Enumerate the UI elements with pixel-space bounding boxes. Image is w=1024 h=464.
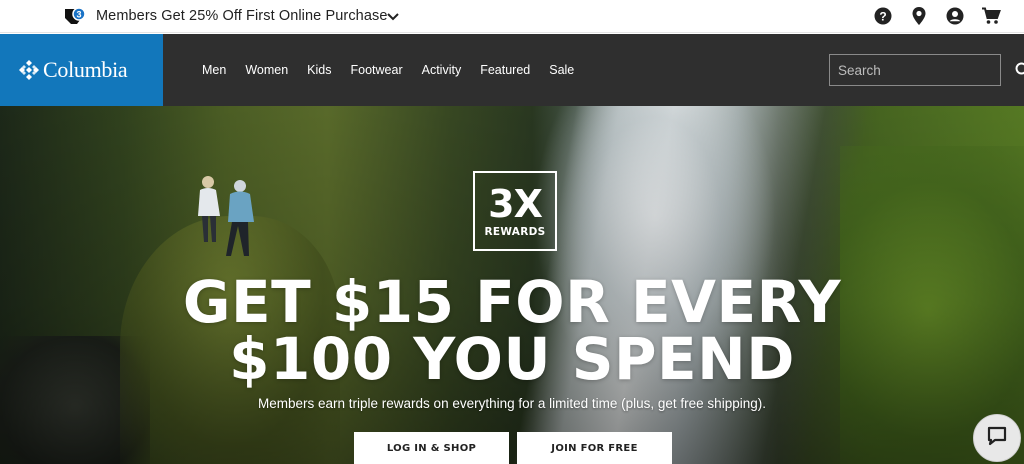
nav-link-kids[interactable]: Kids [307,63,331,77]
nav-link-activity[interactable]: Activity [422,63,462,77]
hero-subline: Members earn triple rewards on everythin… [258,396,766,411]
brand-name: Columbia [43,57,128,82]
nav-link-sale[interactable]: Sale [549,63,574,77]
location-pin-icon[interactable] [908,5,930,27]
badge-multiplier: 3X [488,182,543,226]
hikers-image [198,176,254,256]
nav-link-footwear[interactable]: Footwear [351,63,403,77]
join-for-free-button[interactable]: JOIN FOR FREE [517,432,672,464]
account-icon[interactable] [944,5,966,27]
chat-button[interactable] [973,414,1021,462]
promo-bar: 3 Members Get 25% Off First Online Purch… [0,0,1024,33]
columbia-logo[interactable]: Columbia [0,34,163,106]
nav-link-featured[interactable]: Featured [480,63,530,77]
cart-icon[interactable] [980,5,1002,27]
columbia-diamond-icon [18,59,40,81]
nav-links: Men Women Kids Footwear Activity Feature… [202,34,593,106]
headline-line-2: $100 YOU SPEND [229,325,795,393]
nav-link-women[interactable]: Women [245,63,288,77]
search-input[interactable] [830,55,1015,85]
search-box [829,54,1024,86]
promo-badge-count: 3 [76,9,81,19]
badge-label: REWARDS [484,226,546,238]
hero-banner: 3X REWARDS GET $15 FOR EVERY $100 YOU SP… [0,106,1024,464]
search-icon[interactable] [1015,55,1024,85]
nav-link-men[interactable]: Men [202,63,226,77]
headline-line-1: GET $15 FOR EVERY [182,268,842,336]
hero-headline: GET $15 FOR EVERY $100 YOU SPEND [0,268,1024,393]
main-nav: Columbia Men Women Kids Footwear Activit… [0,34,1024,106]
svg-text:?: ? [879,9,886,23]
tag-icon: 3 [64,7,86,27]
login-and-shop-button[interactable]: LOG IN & SHOP [354,432,509,464]
help-icon[interactable]: ? [872,5,894,27]
utility-icons: ? [872,5,1002,27]
chat-bubble-icon [986,425,1008,452]
chevron-down-icon[interactable] [386,10,400,22]
rewards-badge: 3X REWARDS [473,171,557,251]
promo-message[interactable]: Members Get 25% Off First Online Purchas… [96,8,388,24]
